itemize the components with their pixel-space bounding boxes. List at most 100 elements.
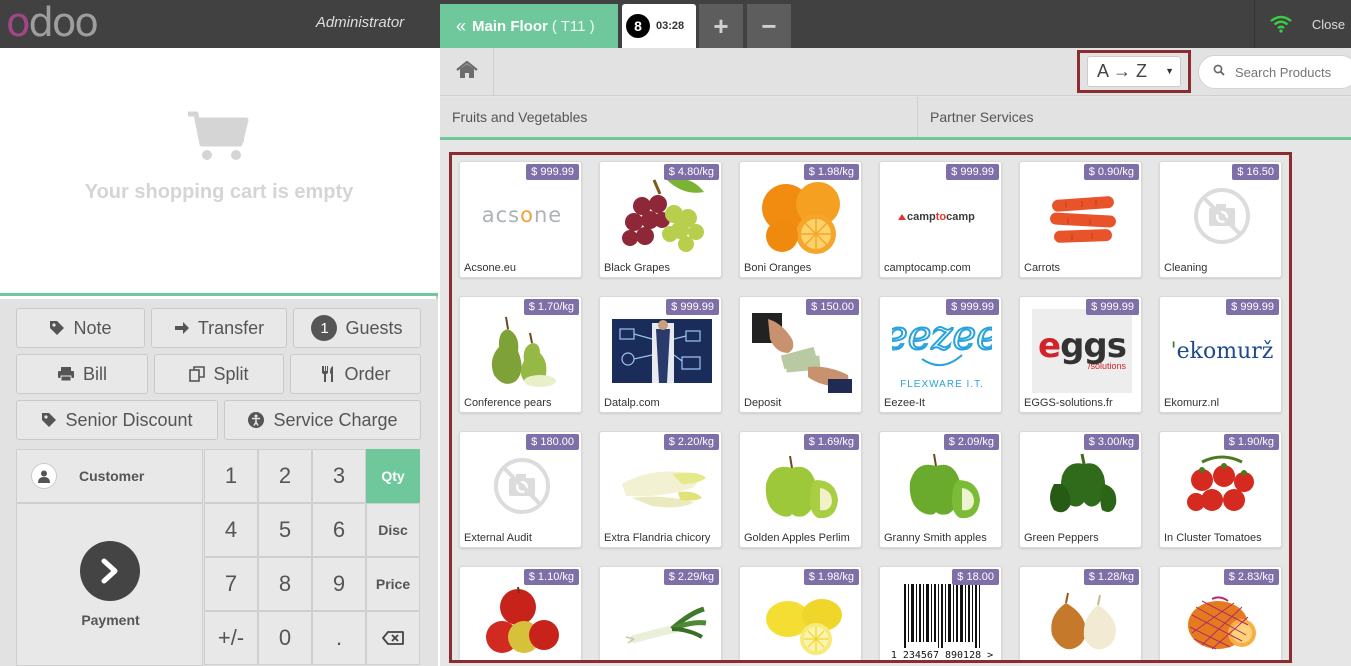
backspace-icon: [382, 625, 404, 651]
split-button[interactable]: Split: [154, 354, 284, 394]
search-products-input[interactable]: [1235, 64, 1345, 80]
product-card[interactable]: $ 2.83/kg: [1159, 566, 1282, 660]
product-card[interactable]: eggs/solutions $ 999.99 EGGS-solutions.f…: [1019, 296, 1142, 413]
order-button[interactable]: Order: [290, 354, 421, 394]
transfer-button[interactable]: Transfer: [151, 308, 287, 348]
numpad-key-plus-minus[interactable]: +/-: [204, 611, 258, 665]
backspace-button[interactable]: [366, 611, 420, 665]
product-name: Cleaning: [1164, 262, 1208, 274]
product-card[interactable]: $ 1.90/kg In Cluster Tomatoes: [1159, 431, 1282, 548]
product-card[interactable]: eezee FLEXWARE I.T. $ 999.99 Eezee-It: [879, 296, 1002, 413]
order-tab[interactable]: 8 03:28: [622, 4, 696, 48]
add-order-button[interactable]: +: [699, 4, 743, 48]
product-name: Acsone.eu: [464, 262, 516, 274]
copy-icon: [189, 366, 206, 382]
eezee-logo: eezee FLEXWARE I.T.: [880, 307, 1001, 395]
product-card[interactable]: $ 1.69/kg Golden Apples Perlim: [739, 431, 862, 548]
home-category-button[interactable]: [440, 48, 494, 96]
numpad-key-7[interactable]: 7: [204, 557, 258, 611]
barcode-number: 1 234567 890128 >: [890, 650, 992, 661]
sort-value: A → Z: [1097, 61, 1148, 81]
svg-text:acsone: acsone: [481, 203, 561, 227]
svg-text:camptocamp: camptocamp: [907, 211, 975, 223]
numpad-key-2[interactable]: 2: [258, 449, 312, 503]
price-mode-button[interactable]: Price: [366, 557, 420, 611]
price-tag: $ 1.69/kg: [803, 434, 859, 450]
product-card[interactable]: $ 1.98/kg Boni Oranges: [739, 161, 862, 278]
product-card[interactable]: $ 0.90/kg Carrots: [1019, 161, 1142, 278]
granny-smith-image: [880, 442, 1001, 530]
product-name: Extra Flandria chicory: [604, 532, 711, 544]
top-bar: odoo Administrator « Main Floor ( T11 ) …: [0, 0, 1351, 48]
product-card[interactable]: 1 234567 890128 > $ 18.00: [879, 566, 1002, 661]
product-card[interactable]: $ 180.00 External Audit: [459, 431, 582, 548]
qty-mode-button[interactable]: Qty: [366, 449, 420, 503]
floor-back-button[interactable]: « Main Floor ( T11 ): [440, 4, 618, 48]
note-button[interactable]: Note: [16, 308, 145, 348]
category-fruits-and-vegetables[interactable]: Fruits and Vegetables: [440, 97, 918, 137]
numpad-key-9[interactable]: 9: [312, 557, 366, 611]
product-card[interactable]: 'ekomurž $ 999.99 Ekomurz.nl: [1159, 296, 1282, 413]
product-card[interactable]: $ 1.98/kg: [739, 566, 862, 660]
tag-icon: [41, 412, 57, 428]
close-button[interactable]: Close: [1306, 0, 1351, 48]
category-partner-services[interactable]: Partner Services: [918, 97, 1351, 137]
numpad-key-4[interactable]: 4: [204, 503, 258, 557]
product-card[interactable]: $ 1.28/kg: [1019, 566, 1142, 660]
numpad-key-6[interactable]: 6: [312, 503, 366, 557]
product-card[interactable]: acsone $ 999.99 Acsone.eu: [459, 161, 582, 278]
product-card[interactable]: $ 1.70/kg Conference pears: [459, 296, 582, 413]
svg-text:FLEXWARE I.T.: FLEXWARE I.T.: [900, 379, 984, 390]
price-tag: $ 999.99: [946, 299, 999, 315]
golden-apples-image: [740, 442, 861, 530]
product-card[interactable]: $ 150.00 Deposit: [739, 296, 862, 413]
price-tag: $ 999.99: [1226, 299, 1279, 315]
guests-button[interactable]: 1 Guests: [293, 308, 421, 348]
price-tag: $ 4.80/kg: [663, 164, 719, 180]
product-card[interactable]: $ 2.20/kg Extra Flandria chicory: [599, 431, 722, 548]
product-card[interactable]: $ 2.09/kg Granny Smith apples: [879, 431, 1002, 548]
numpad-key-8[interactable]: 8: [258, 557, 312, 611]
cutlery-icon: [320, 365, 336, 383]
numpad-key-1[interactable]: 1: [204, 449, 258, 503]
price-tag: $ 3.00/kg: [1083, 434, 1139, 450]
product-name: Carrots: [1024, 262, 1061, 274]
printer-icon: [57, 366, 75, 382]
senior-discount-button[interactable]: Senior Discount: [16, 400, 218, 440]
product-card[interactable]: camptocamp $ 999.99 camptocamp.com: [879, 161, 1002, 278]
price-tag: $ 16.50: [1232, 164, 1279, 180]
payment-button[interactable]: Payment: [16, 503, 203, 666]
price-tag: $ 999.99: [946, 164, 999, 180]
bill-button[interactable]: Bill: [16, 354, 148, 394]
product-card[interactable]: $ 4.80/kg Black Grapes: [599, 161, 722, 278]
bill-label: Bill: [82, 363, 107, 384]
product-card[interactable]: $ 999.99 Datalp.com: [599, 296, 722, 413]
grapes-image: [600, 172, 721, 260]
price-tag: $ 1.98/kg: [803, 164, 859, 180]
note-label: Note: [73, 317, 112, 338]
price-tag: $ 1.90/kg: [1223, 434, 1279, 450]
remove-order-button[interactable]: −: [747, 4, 791, 48]
product-card[interactable]: $ 3.00/kg Green Peppers: [1019, 431, 1142, 548]
red-apples-image: [460, 577, 581, 660]
price-tag: $ 18.00: [952, 569, 999, 585]
lemons-image: [740, 577, 861, 660]
service-charge-button[interactable]: Service Charge: [224, 400, 421, 440]
product-card[interactable]: $ 2.29/kg: [599, 566, 722, 660]
numpad-key-dot[interactable]: .: [312, 611, 366, 665]
sort-dropdown[interactable]: A → Z ▼: [1087, 56, 1181, 87]
eggs-logo: eggs/solutions: [1020, 307, 1141, 395]
product-name: Eezee-It: [884, 397, 925, 409]
numpad-key-3[interactable]: 3: [312, 449, 366, 503]
product-card[interactable]: $ 16.50 Cleaning: [1159, 161, 1282, 278]
numpad-key-0[interactable]: 0: [258, 611, 312, 665]
numpad-key-5[interactable]: 5: [258, 503, 312, 557]
order-pane: Your shopping cart is empty Note Transfe…: [0, 48, 438, 666]
customer-button[interactable]: Customer: [16, 449, 203, 503]
product-name: Granny Smith apples: [884, 532, 987, 544]
disc-mode-button[interactable]: Disc: [366, 503, 420, 557]
wifi-icon[interactable]: [1254, 0, 1306, 48]
caret-down-icon: ▼: [1165, 66, 1174, 76]
tag-icon: [49, 320, 65, 336]
product-card[interactable]: $ 1.10/kg: [459, 566, 582, 660]
